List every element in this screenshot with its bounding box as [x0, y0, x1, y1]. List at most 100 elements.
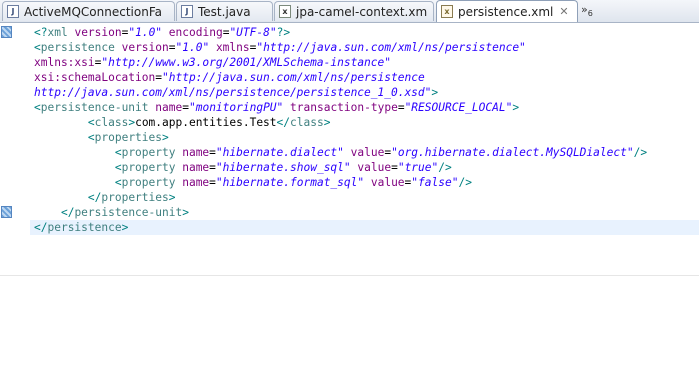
code-line[interactable]: <property name="hibernate.format_sql" va… [34, 175, 647, 190]
code-token: "monitoringPU" [188, 101, 284, 114]
code-token: "http://www.w3.org/2001/XMLSchema-instan… [101, 56, 391, 69]
code-token: properties [94, 131, 162, 144]
code-token: > [168, 191, 176, 204]
code-line[interactable]: <properties> [34, 130, 647, 145]
code-line[interactable]: <class>com.app.entities.Test</class> [34, 115, 647, 130]
tab-label: jpa-camel-context.xm [296, 4, 428, 19]
tab-overflow-button[interactable]: »6 [581, 3, 593, 18]
code-line[interactable]: </persistence> [34, 220, 647, 235]
code-token: < [34, 41, 41, 54]
code-token: /> [458, 176, 472, 189]
tab-label: ActiveMQConnectionFa [24, 4, 162, 19]
code-token: "UTF-8" [229, 26, 277, 39]
code-token: class [94, 116, 129, 129]
code-token: > [182, 206, 189, 219]
code-token: "hibernate.show_sql" [215, 161, 351, 174]
code-token: name [182, 176, 210, 189]
code-token: < [34, 101, 41, 114]
code-token: < [87, 116, 95, 129]
tab-jpa-camel-context[interactable]: x jpa-camel-context.xm [274, 1, 434, 21]
code-token: transaction-type [290, 101, 398, 114]
code-token: persistence [47, 221, 122, 234]
code-line[interactable]: </properties> [34, 190, 647, 205]
code-text[interactable]: <?xml version="1.0" encoding="UTF-8"?> <p… [34, 25, 647, 235]
code-token: "RESOURCE_LOCAL" [404, 101, 513, 114]
code-line[interactable]: <persistence-unit name="monitoringPU" tr… [34, 100, 647, 115]
tab-persistence-xml[interactable]: x persistence.xml ✕ [436, 0, 578, 22]
code-token: name [182, 161, 210, 174]
editor-tab-bar: J ActiveMQConnectionFa J Test.java x jpa… [0, 0, 699, 23]
code-token: < [114, 146, 122, 159]
code-token: "1.0" [175, 41, 210, 54]
code-token: xmlns [215, 41, 250, 54]
java-file-icon: J [181, 5, 193, 18]
ruler-marker[interactable] [1, 26, 12, 38]
code-token: "http://java.sun.com/xml/ns/persistence [162, 71, 425, 84]
code-token: = [391, 161, 398, 174]
code-token: xml [47, 26, 68, 39]
code-token: property [121, 161, 176, 174]
code-token: > [512, 101, 520, 114]
tab-test-java[interactable]: J Test.java [176, 1, 273, 21]
code-token: "hibernate.format_sql" [215, 176, 365, 189]
code-token: < [114, 176, 122, 189]
code-line[interactable]: <persistence version="1.0" xmlns="http:/… [34, 40, 647, 55]
code-token: = [209, 176, 216, 189]
code-token: properties [101, 191, 169, 204]
code-token: > [323, 116, 331, 129]
tab-label: persistence.xml [458, 4, 554, 19]
xml-editor[interactable]: <?xml version="1.0" encoding="UTF-8"?> <p… [0, 23, 699, 276]
close-icon[interactable]: ✕ [559, 5, 568, 18]
overview-ruler[interactable] [0, 23, 14, 275]
code-token: ?> [276, 26, 291, 39]
ruler-marker[interactable] [1, 206, 12, 218]
code-line[interactable]: </persistence-unit> [34, 205, 647, 220]
code-token: "hibernate.dialect" [215, 146, 344, 159]
code-token: property [121, 176, 176, 189]
code-token: = [397, 101, 405, 114]
code-line[interactable]: <property name="hibernate.show_sql" valu… [34, 160, 647, 175]
code-token: version [121, 41, 169, 54]
code-token: </ [276, 116, 291, 129]
code-token: persistence [40, 41, 115, 54]
tab-label: Test.java [198, 4, 251, 19]
code-token: </ [87, 191, 102, 204]
code-token: name [182, 146, 210, 159]
code-token: com.app.entities.Test [135, 116, 277, 129]
code-token: version [74, 26, 122, 39]
code-token: = [209, 161, 216, 174]
overflow-count: 6 [587, 9, 593, 19]
code-token: <? [34, 26, 48, 39]
code-line[interactable]: <?xml version="1.0" encoding="UTF-8"?> [34, 25, 647, 40]
code-token: = [209, 146, 216, 159]
code-token: "org.hibernate.dialect.MySQLDialect" [391, 146, 634, 159]
code-token: </ [60, 206, 75, 219]
xml-file-icon: x [441, 5, 453, 18]
code-token: xmlns:xsi [34, 56, 95, 69]
code-token: < [87, 131, 95, 144]
code-token: http://java.sun.com/xml/ns/persistence/p… [34, 86, 432, 99]
code-line[interactable]: xmlns:xsi="http://www.w3.org/2001/XMLSch… [34, 55, 647, 70]
code-token: name [155, 101, 183, 114]
code-token: > [121, 221, 129, 234]
code-line[interactable]: xsi:schemaLocation="http://java.sun.com/… [34, 70, 647, 85]
code-token: value [350, 146, 385, 159]
code-token: encoding [168, 26, 223, 39]
code-token: "http://java.sun.com/xml/ns/persistence" [256, 41, 526, 54]
code-token: persistence-unit [74, 206, 183, 219]
code-token: = [155, 71, 162, 84]
code-line[interactable]: <property name="hibernate.dialect" value… [34, 145, 647, 160]
folding-gutter[interactable] [14, 23, 30, 275]
code-token: </ [34, 221, 48, 234]
tab-activemq-connection-factory[interactable]: J ActiveMQConnectionFa [2, 1, 175, 21]
code-token: = [168, 41, 176, 54]
code-token: value [370, 176, 405, 189]
code-line[interactable]: http://java.sun.com/xml/ns/persistence/p… [34, 85, 647, 100]
code-token: "1.0" [128, 26, 163, 39]
